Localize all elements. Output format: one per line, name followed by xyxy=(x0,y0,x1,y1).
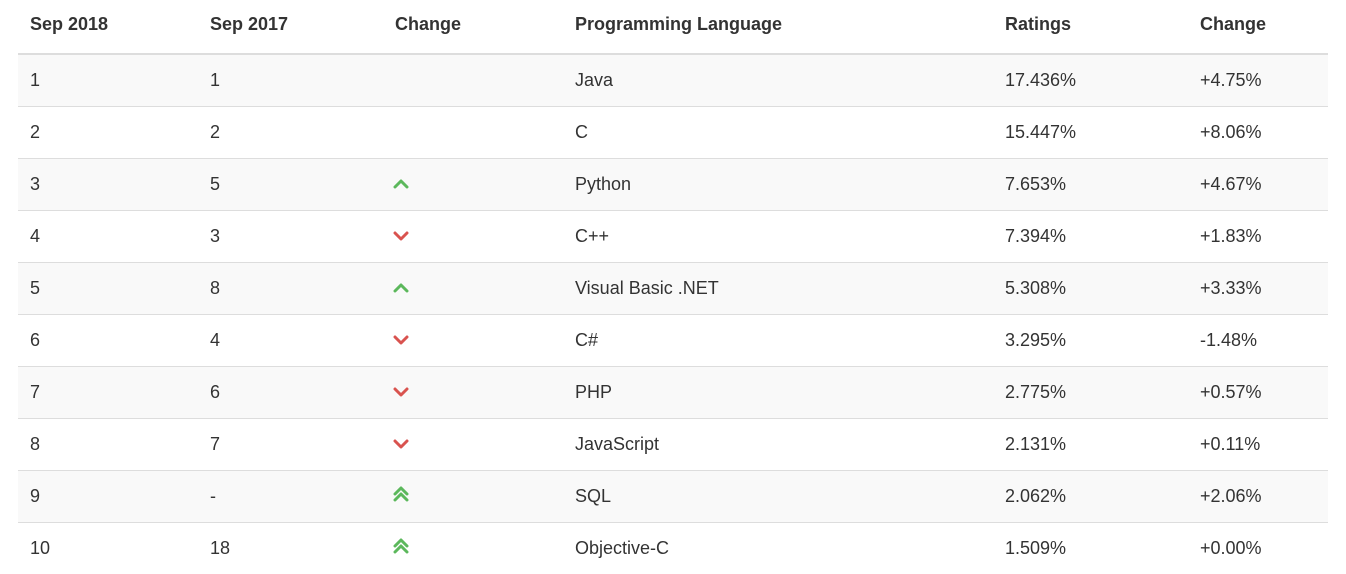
cell-rank-2017: 18 xyxy=(198,523,383,574)
table-row: 11 Java17.436%+4.75% xyxy=(18,54,1328,107)
cell-rank-2018: 5 xyxy=(18,263,198,315)
cell-delta: +0.57% xyxy=(1188,367,1328,419)
cell-ratings: 1.509% xyxy=(993,523,1188,574)
cell-delta: +0.00% xyxy=(1188,523,1328,574)
table-header-row: Sep 2018 Sep 2017 Change Programming Lan… xyxy=(18,0,1328,54)
cell-rank-2017: 4 xyxy=(198,315,383,367)
chevron-down-icon xyxy=(393,334,409,346)
table-row: 9- SQL2.062%+2.06% xyxy=(18,471,1328,523)
col-ratings: Ratings xyxy=(993,0,1188,54)
col-sep-2017: Sep 2017 xyxy=(198,0,383,54)
cell-language: PHP xyxy=(563,367,993,419)
cell-trend xyxy=(383,54,563,107)
cell-language: C++ xyxy=(563,211,993,263)
cell-trend xyxy=(383,159,563,211)
cell-ratings: 5.308% xyxy=(993,263,1188,315)
cell-ratings: 17.436% xyxy=(993,54,1188,107)
cell-trend xyxy=(383,523,563,574)
cell-rank-2017: 6 xyxy=(198,367,383,419)
chevron-down-icon xyxy=(393,438,409,450)
cell-rank-2018: 10 xyxy=(18,523,198,574)
cell-ratings: 2.131% xyxy=(993,419,1188,471)
cell-rank-2017: 3 xyxy=(198,211,383,263)
cell-rank-2018: 3 xyxy=(18,159,198,211)
table-row: 64 C#3.295%-1.48% xyxy=(18,315,1328,367)
tiobe-index-table: Sep 2018 Sep 2017 Change Programming Lan… xyxy=(18,0,1328,574)
cell-ratings: 2.775% xyxy=(993,367,1188,419)
cell-trend xyxy=(383,107,563,159)
cell-rank-2017: 1 xyxy=(198,54,383,107)
chevron-up-icon xyxy=(393,178,409,190)
cell-language: Python xyxy=(563,159,993,211)
cell-rank-2017: 5 xyxy=(198,159,383,211)
cell-language: JavaScript xyxy=(563,419,993,471)
cell-delta: +8.06% xyxy=(1188,107,1328,159)
table-row: 43 C++7.394%+1.83% xyxy=(18,211,1328,263)
cell-ratings: 3.295% xyxy=(993,315,1188,367)
cell-trend xyxy=(383,315,563,367)
cell-rank-2017: 8 xyxy=(198,263,383,315)
cell-trend xyxy=(383,211,563,263)
chevron-down-icon xyxy=(393,230,409,242)
col-language: Programming Language xyxy=(563,0,993,54)
cell-rank-2017: 2 xyxy=(198,107,383,159)
table-row: 22 C15.447%+8.06% xyxy=(18,107,1328,159)
double-chevron-up-icon xyxy=(393,486,409,502)
cell-trend xyxy=(383,419,563,471)
table-row: 58 Visual Basic .NET5.308%+3.33% xyxy=(18,263,1328,315)
cell-ratings: 2.062% xyxy=(993,471,1188,523)
table-row: 76 PHP2.775%+0.57% xyxy=(18,367,1328,419)
cell-rank-2018: 8 xyxy=(18,419,198,471)
double-chevron-up-icon xyxy=(393,538,409,554)
cell-ratings: 15.447% xyxy=(993,107,1188,159)
table-row: 87 JavaScript2.131%+0.11% xyxy=(18,419,1328,471)
cell-rank-2017: - xyxy=(198,471,383,523)
cell-trend xyxy=(383,367,563,419)
cell-rank-2018: 9 xyxy=(18,471,198,523)
cell-delta: +4.75% xyxy=(1188,54,1328,107)
cell-rank-2018: 2 xyxy=(18,107,198,159)
cell-delta: +0.11% xyxy=(1188,419,1328,471)
cell-language: C# xyxy=(563,315,993,367)
col-change-trend: Change xyxy=(383,0,563,54)
table-row: 35 Python7.653%+4.67% xyxy=(18,159,1328,211)
chevron-down-icon xyxy=(393,386,409,398)
cell-trend xyxy=(383,471,563,523)
cell-language: SQL xyxy=(563,471,993,523)
cell-rank-2018: 7 xyxy=(18,367,198,419)
cell-ratings: 7.394% xyxy=(993,211,1188,263)
cell-delta: +4.67% xyxy=(1188,159,1328,211)
chevron-up-icon xyxy=(393,282,409,294)
cell-delta: +1.83% xyxy=(1188,211,1328,263)
cell-delta: +3.33% xyxy=(1188,263,1328,315)
cell-delta: +2.06% xyxy=(1188,471,1328,523)
col-sep-2018: Sep 2018 xyxy=(18,0,198,54)
cell-rank-2017: 7 xyxy=(198,419,383,471)
cell-rank-2018: 1 xyxy=(18,54,198,107)
table-row: 1018 Objective-C1.509%+0.00% xyxy=(18,523,1328,574)
cell-language: Objective-C xyxy=(563,523,993,574)
cell-trend xyxy=(383,263,563,315)
col-change-delta: Change xyxy=(1188,0,1328,54)
cell-rank-2018: 4 xyxy=(18,211,198,263)
cell-ratings: 7.653% xyxy=(993,159,1188,211)
cell-language: Visual Basic .NET xyxy=(563,263,993,315)
cell-delta: -1.48% xyxy=(1188,315,1328,367)
cell-rank-2018: 6 xyxy=(18,315,198,367)
cell-language: C xyxy=(563,107,993,159)
cell-language: Java xyxy=(563,54,993,107)
